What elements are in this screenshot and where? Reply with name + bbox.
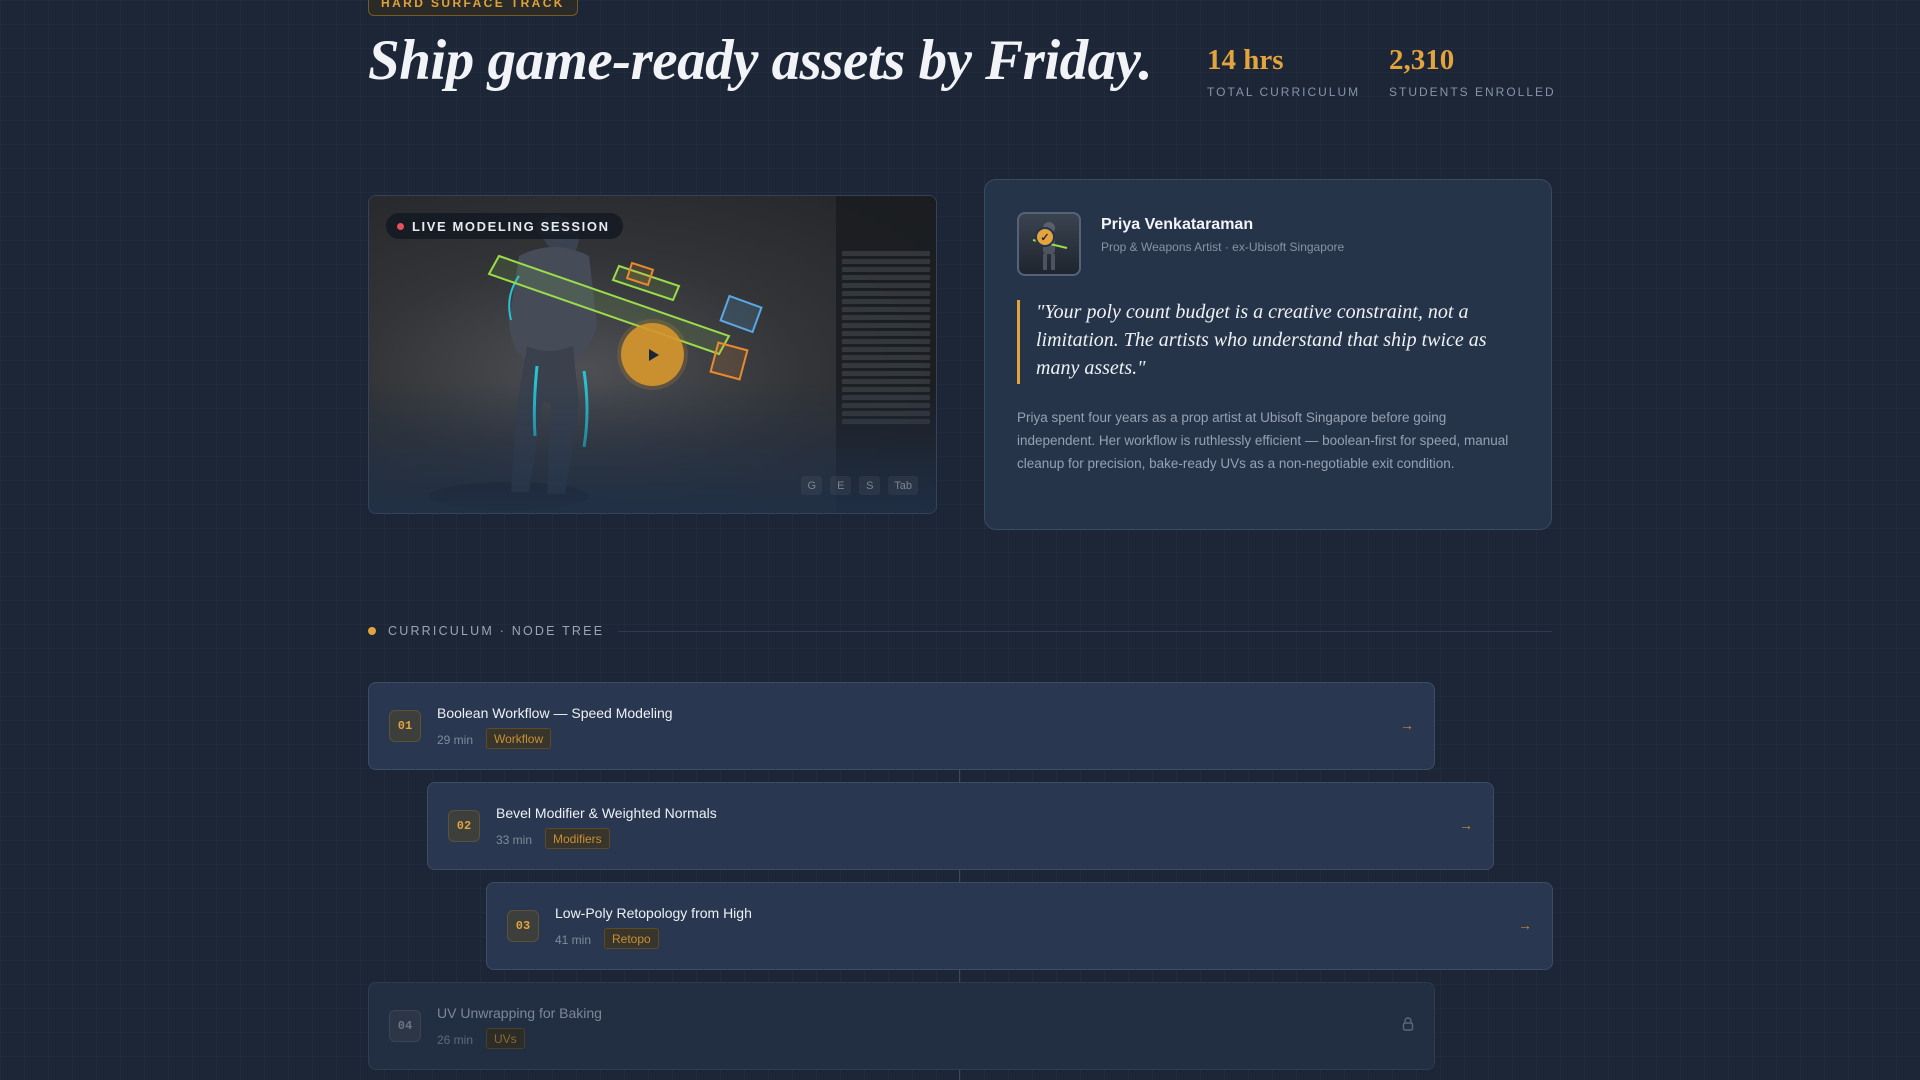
lesson-tag: Workflow (486, 728, 552, 749)
instructor-bio: Priya spent four years as a prop artist … (1017, 410, 1509, 471)
quote-accent-bar (1017, 300, 1020, 384)
lesson-duration: 33 min (496, 833, 533, 847)
key-hint: S (859, 476, 881, 495)
stat-value: 2,310 (1389, 44, 1455, 76)
lesson-title: Bevel Modifier & Weighted Normals (496, 805, 717, 821)
lesson-tag: Modifiers (545, 828, 610, 849)
lesson-duration: 41 min (555, 933, 592, 947)
lesson-title: Boolean Workflow — Speed Modeling (437, 705, 673, 721)
page-title: Ship game-ready assets by Friday. (368, 29, 1153, 92)
arrow-right-icon[interactable]: → (1400, 717, 1414, 733)
arrow-right-icon[interactable]: → (1459, 817, 1473, 833)
live-badge: LIVE MODELING SESSION (386, 213, 623, 239)
video-player[interactable]: LIVE MODELING SESSION G E S Tab (368, 195, 937, 514)
section-label: CURRICULUM · NODE TREE (388, 624, 605, 638)
instructor-role: Prop & Weapons Artist · ex-Ubisoft Singa… (1101, 240, 1345, 254)
instructor-card: ✓ Priya Venkataraman Prop & Weapons Arti… (984, 179, 1552, 530)
lesson-title: UV Unwrapping for Baking (437, 1005, 602, 1021)
shortcut-keys: G E S Tab (801, 476, 918, 495)
lesson-number: 02 (448, 810, 480, 842)
instructor-name: Priya Venkataraman (1101, 216, 1254, 233)
lesson-number: 03 (507, 910, 539, 942)
play-icon (648, 348, 659, 361)
stat-label: STUDENTS ENROLLED (1389, 85, 1556, 99)
stat-total-curriculum: 14 hrs TOTAL CURRICULUM (1207, 44, 1360, 99)
lesson-tag: UVs (486, 1028, 525, 1049)
lock-icon (1402, 1017, 1414, 1034)
lesson-row[interactable]: 02 Bevel Modifier & Weighted Normals 33 … (427, 782, 1494, 870)
play-button[interactable] (621, 323, 684, 386)
live-dot-icon (397, 222, 404, 230)
arrow-right-icon[interactable]: → (1518, 917, 1532, 933)
stat-label: TOTAL CURRICULUM (1207, 85, 1361, 99)
stat-students-enrolled: 2,310 STUDENTS ENROLLED (1389, 44, 1556, 99)
lesson-number: 01 (389, 710, 421, 742)
lesson-row[interactable]: 03 Low-Poly Retopology from High 41 min … (486, 882, 1553, 970)
key-hint: Tab (888, 476, 918, 495)
verified-check-icon: ✓ (1035, 227, 1055, 247)
key-hint: E (830, 476, 852, 495)
stat-value: 14 hrs (1207, 44, 1284, 76)
track-tag: HARD SURFACE TRACK (368, 0, 578, 16)
curriculum-header: CURRICULUM · NODE TREE (368, 624, 1552, 638)
lesson-tag: Retopo (604, 928, 659, 949)
lesson-title: Low-Poly Retopology from High (555, 905, 752, 921)
key-hint: G (801, 476, 823, 495)
lesson-duration: 29 min (437, 733, 474, 747)
section-dot-icon (368, 627, 376, 635)
lesson-row[interactable]: 01 Boolean Workflow — Speed Modeling 29 … (368, 682, 1435, 770)
instructor-quote: "Your poly count budget is a creative co… (1036, 301, 1487, 379)
lesson-row-locked[interactable]: 04 UV Unwrapping for Baking 26 min UVs (368, 982, 1435, 1070)
section-divider (618, 630, 1552, 632)
lesson-number: 04 (389, 1010, 421, 1042)
live-badge-label: LIVE MODELING SESSION (412, 218, 610, 234)
lock-glyph (1402, 1017, 1414, 1031)
lesson-duration: 26 min (437, 1033, 474, 1047)
